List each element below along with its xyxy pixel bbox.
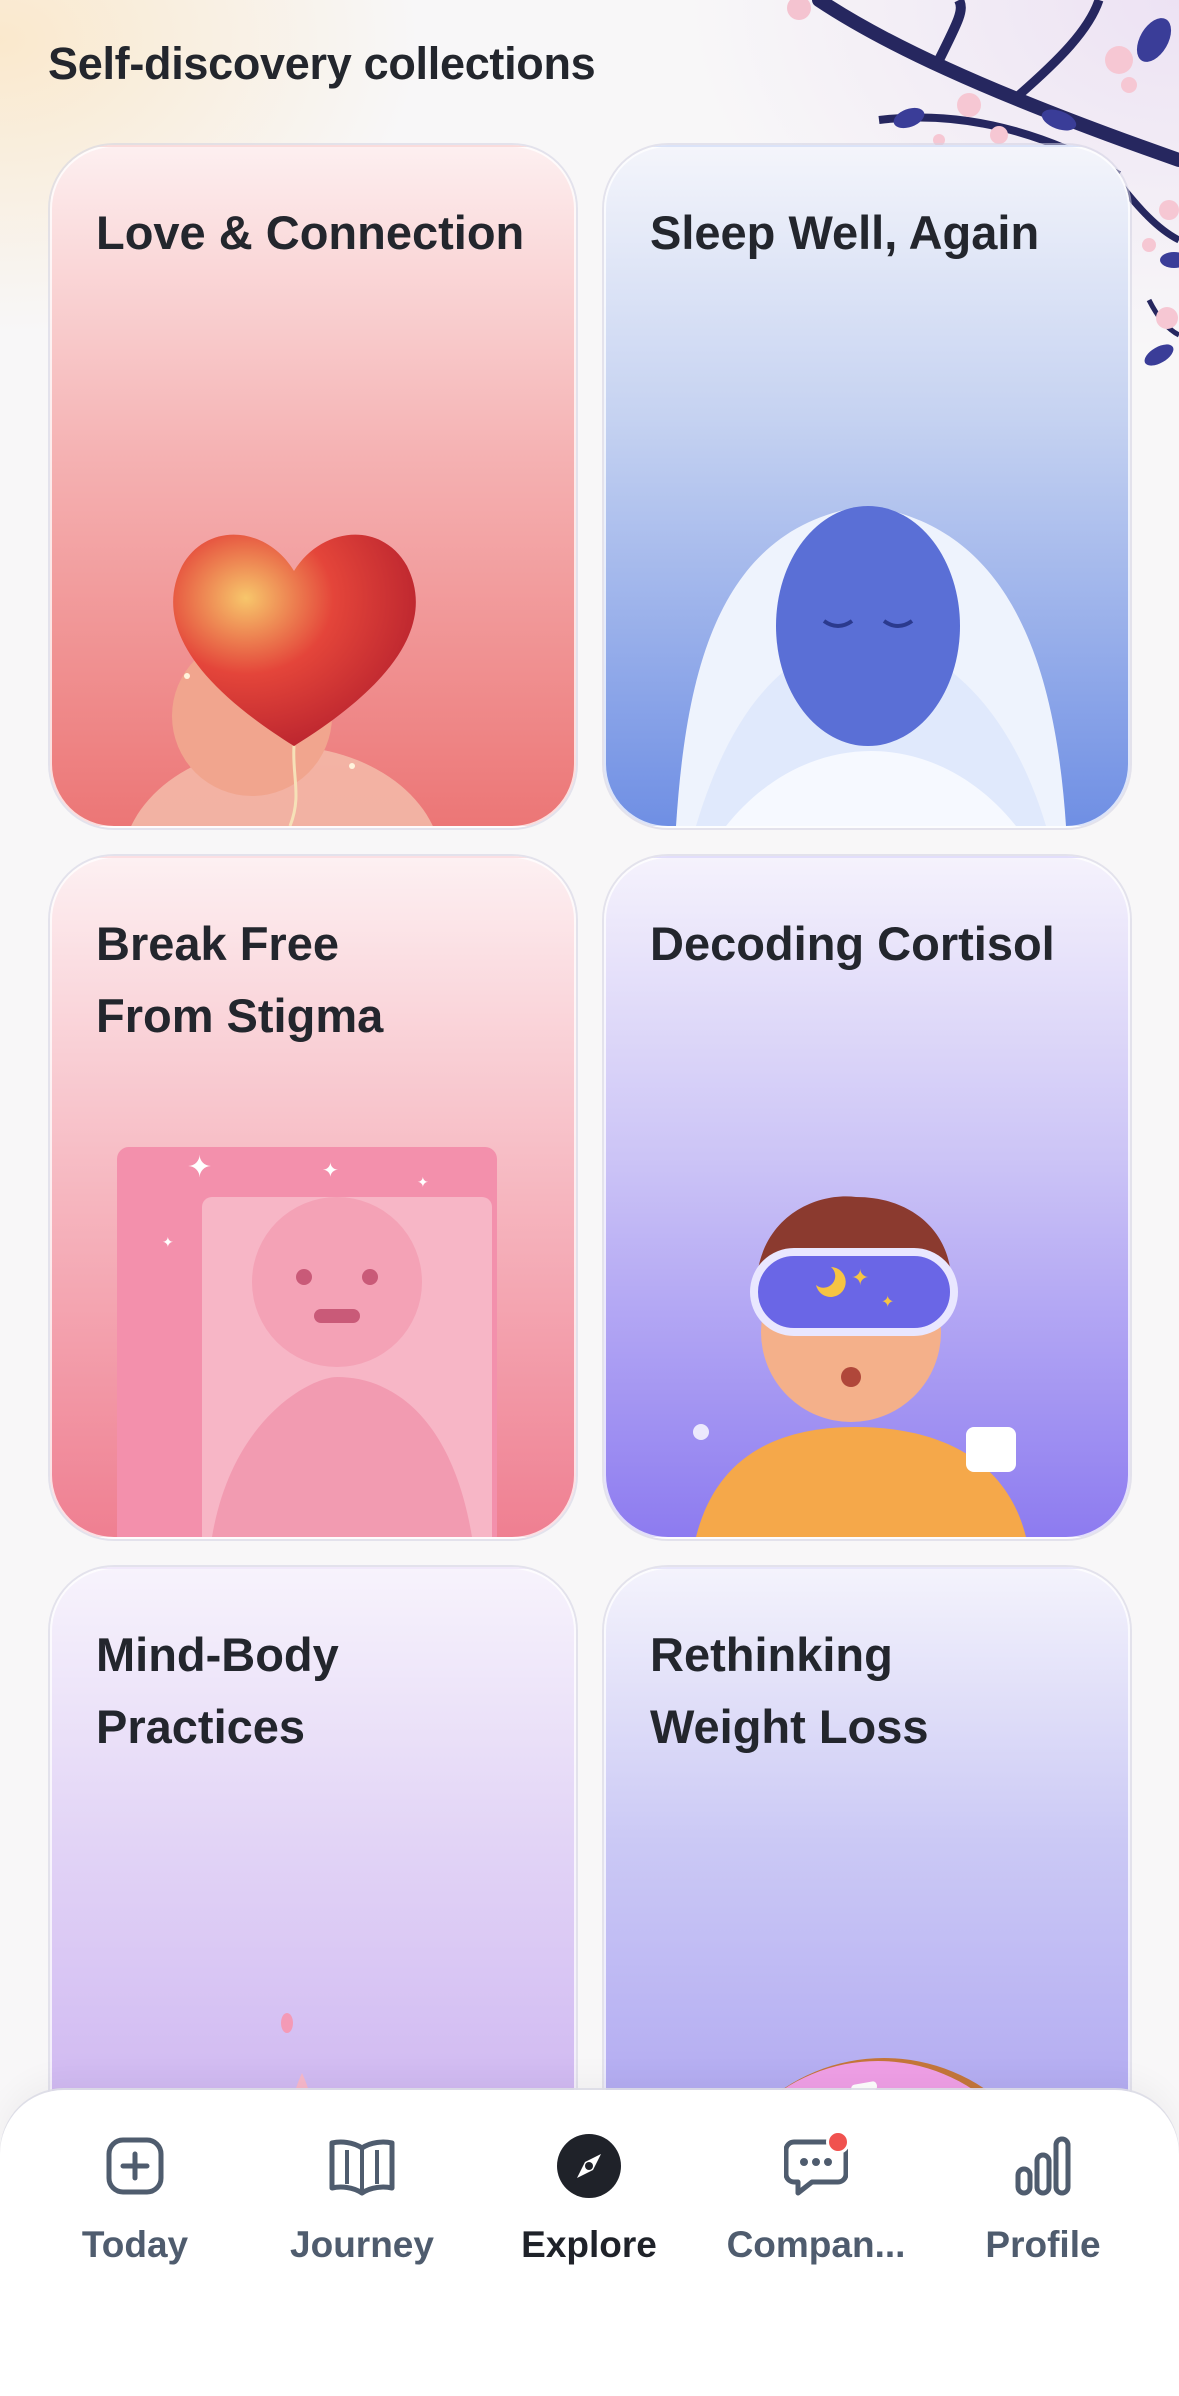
chat-bubble-icon bbox=[780, 2130, 852, 2202]
collection-card-title-line: Break Free bbox=[96, 917, 339, 970]
collection-card-title-line: Weight Loss bbox=[650, 1700, 929, 1753]
bottom-tab-bar: Today Journey Explore Compan... Profile bbox=[0, 2090, 1179, 2396]
tab-today[interactable]: Today bbox=[35, 2130, 235, 2290]
tab-journey[interactable]: Journey bbox=[262, 2130, 462, 2290]
tab-label: Compan... bbox=[726, 2224, 906, 2265]
svg-text:✦: ✦ bbox=[187, 1151, 212, 1184]
heart-balloon-illustration bbox=[131, 534, 433, 826]
collection-card-love-connection[interactable]: Love & Connection bbox=[50, 145, 576, 828]
open-book-icon bbox=[326, 2130, 398, 2202]
svg-text:✦: ✦ bbox=[851, 1265, 869, 1290]
collection-card-break-free[interactable]: Break Free From Stigma ✦ ✦ ✦ ✦ bbox=[50, 856, 576, 1539]
mirror-figure-illustration: ✦ ✦ ✦ ✦ bbox=[117, 1147, 497, 1537]
tab-companion[interactable]: Compan... bbox=[716, 2130, 916, 2290]
collection-card-decoding-cortisol[interactable]: Decoding Cortisol ✦ ✦ bbox=[604, 856, 1130, 1539]
collection-card-title: Decoding Cortisol bbox=[650, 917, 1055, 970]
svg-text:✦: ✦ bbox=[881, 1294, 894, 1311]
collection-card-title-line: Rethinking bbox=[650, 1628, 893, 1681]
collection-card-title: Mind-Body Practices bbox=[96, 1619, 536, 1763]
compass-icon bbox=[553, 2130, 625, 2202]
tab-explore[interactable]: Explore bbox=[489, 2130, 689, 2290]
tab-label: Today bbox=[81, 2224, 189, 2265]
plus-square-icon bbox=[99, 2130, 171, 2202]
collection-card-title-line: From Stigma bbox=[96, 989, 384, 1042]
collection-card-title-line: Practices bbox=[96, 1700, 306, 1753]
collection-card-sleep-well[interactable]: Sleep Well, Again bbox=[604, 145, 1130, 828]
collection-card-title: Break Free From Stigma bbox=[96, 908, 536, 1052]
svg-text:✦: ✦ bbox=[417, 1174, 429, 1190]
bar-chart-icon bbox=[1007, 2130, 1079, 2202]
svg-text:✦: ✦ bbox=[162, 1234, 174, 1250]
tab-label: Journey bbox=[290, 2224, 434, 2265]
sleep-mask-person-illustration: ✦ ✦ bbox=[693, 1196, 1026, 1537]
collection-card-title: Love & Connection bbox=[96, 206, 525, 259]
tab-profile[interactable]: Profile bbox=[943, 2130, 1143, 2290]
notification-badge bbox=[826, 2130, 850, 2154]
collection-card-title: Sleep Well, Again bbox=[650, 206, 1040, 259]
svg-text:✦: ✦ bbox=[322, 1160, 339, 1182]
blanket-sleeper-illustration bbox=[676, 506, 1066, 826]
collection-card-title-line: Mind-Body bbox=[96, 1628, 339, 1681]
page-title: Self-discovery collections bbox=[48, 38, 596, 89]
collection-card-title: Rethinking Weight Loss bbox=[650, 1619, 1090, 1763]
tab-label: Profile bbox=[985, 2224, 1101, 2265]
tab-label: Explore bbox=[521, 2224, 657, 2265]
